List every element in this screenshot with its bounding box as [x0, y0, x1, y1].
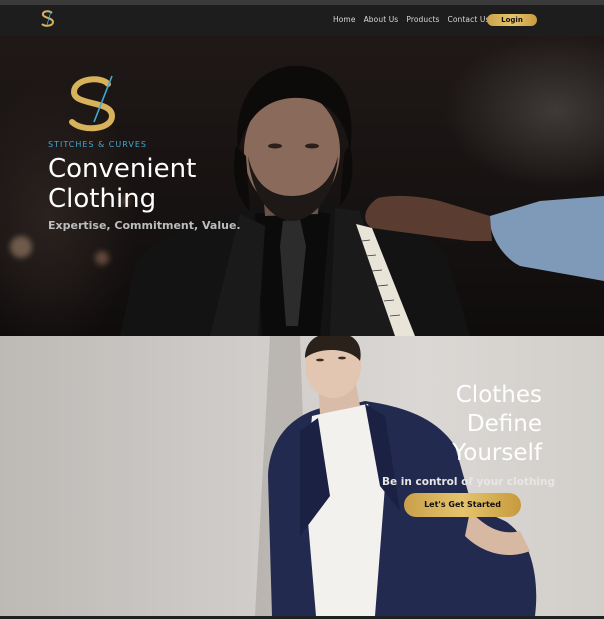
nav-link-about-us[interactable]: About Us [364, 15, 399, 24]
hero2-title-line-3: Yourself [452, 440, 542, 466]
stitches-curves-logo-large-icon [69, 75, 116, 132]
nav-link-home[interactable]: Home [333, 15, 356, 24]
hero-section-style: Clothes Define Yourself Be in control of… [0, 336, 604, 616]
hero-section-tailor: STITCHES & CURVES Convenient Clothing Ex… [0, 36, 604, 336]
nav-links: Home About Us Products Contact Us [333, 15, 489, 24]
hero2-title-line-1: Clothes [455, 382, 542, 408]
brand-name: STITCHES & CURVES [48, 140, 147, 149]
nav-link-products[interactable]: Products [406, 15, 439, 24]
hero-title: Convenient Clothing [48, 154, 228, 214]
top-navbar: Home About Us Products Contact Us Login [0, 5, 604, 36]
nav-link-contact-us[interactable]: Contact Us [448, 15, 490, 24]
stitches-curves-logo-icon[interactable] [38, 8, 58, 30]
login-button[interactable]: Login [487, 14, 537, 26]
hero-title-line-2: Clothing [48, 184, 157, 214]
get-started-button[interactable]: Let's Get Started [404, 493, 521, 517]
hero-title-line-1: Convenient [48, 154, 197, 184]
hero2-subtitle: Be in control of your clothing [382, 476, 556, 488]
hero-subtitle: Expertise, Commitment, Value. [48, 219, 241, 232]
hero2-title-line-2: Define [466, 411, 542, 437]
hero2-title: Clothes Define Yourself [382, 381, 542, 468]
